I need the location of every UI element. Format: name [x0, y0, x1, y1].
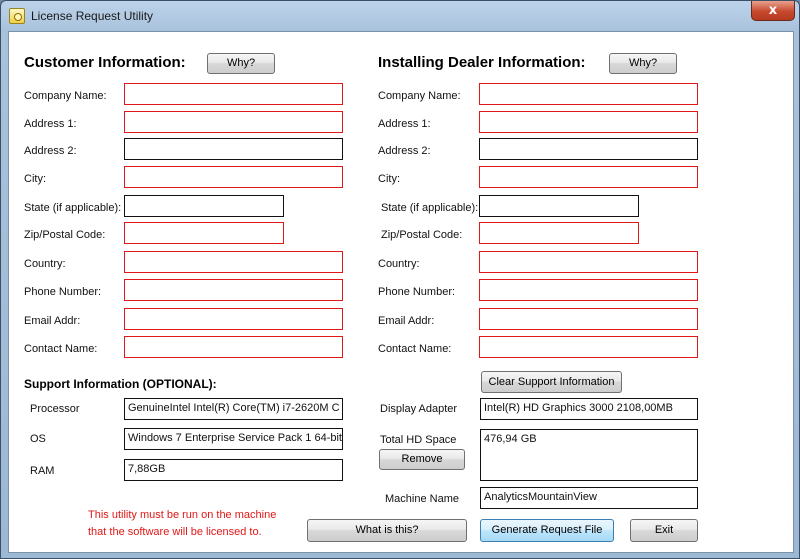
dealer-email-input[interactable]: [479, 308, 698, 330]
display-adapter-label: Display Adapter: [380, 403, 458, 415]
machine-name-field[interactable]: AnalyticsMountainView: [480, 487, 698, 509]
dealer-country-label: Country:: [378, 258, 420, 270]
what-is-this-button[interactable]: What is this?: [307, 519, 467, 542]
dealer-city-label: City:: [378, 173, 400, 185]
close-icon: x: [768, 3, 778, 18]
clear-support-button[interactable]: Clear Support Information: [481, 371, 622, 393]
customer-email-input[interactable]: [124, 308, 343, 330]
dealer-heading: Installing Dealer Information:: [378, 54, 586, 71]
dealer-zip-label: Zip/Postal Code:: [381, 229, 463, 241]
dealer-contact-input[interactable]: [479, 336, 698, 358]
customer-state-input[interactable]: [124, 195, 284, 217]
customer-country-label: Country:: [24, 258, 66, 270]
machine-name-label: Machine Name: [385, 493, 459, 505]
warning-line-1: This utility must be run on the machine: [88, 509, 277, 521]
os-label: OS: [30, 433, 46, 445]
generate-request-button[interactable]: Generate Request File: [480, 519, 614, 542]
customer-contact-input[interactable]: [124, 336, 343, 358]
warning-text: This utility must be run on the machine …: [88, 507, 298, 541]
hd-space-label: Total HD Space: [380, 434, 457, 446]
customer-state-label: State (if applicable):: [24, 202, 122, 214]
processor-label: Processor: [30, 403, 80, 415]
remove-button[interactable]: Remove: [379, 449, 465, 470]
customer-company-label: Company Name:: [24, 90, 107, 102]
support-heading: Support Information (OPTIONAL):: [24, 377, 217, 391]
customer-why-button[interactable]: Why?: [207, 53, 275, 74]
dealer-state-label: State (if applicable):: [381, 202, 479, 214]
exit-button[interactable]: Exit: [630, 519, 698, 542]
dealer-contact-label: Contact Name:: [378, 343, 452, 355]
customer-zip-input[interactable]: [124, 222, 284, 244]
dealer-city-input[interactable]: [479, 166, 698, 188]
customer-phone-input[interactable]: [124, 279, 343, 301]
customer-contact-label: Contact Name:: [24, 343, 98, 355]
dealer-phone-label: Phone Number:: [378, 286, 456, 298]
ram-label: RAM: [30, 465, 55, 477]
customer-address1-input[interactable]: [124, 111, 343, 133]
hd-space-field[interactable]: 476,94 GB: [480, 429, 698, 481]
customer-city-input[interactable]: [124, 166, 343, 188]
window-title: License Request Utility: [31, 9, 154, 23]
processor-field[interactable]: GenuineIntel Intel(R) Core(TM) i7-2620M …: [124, 398, 343, 420]
dealer-state-input[interactable]: [479, 195, 639, 217]
customer-country-input[interactable]: [124, 251, 343, 273]
dealer-why-button[interactable]: Why?: [609, 53, 677, 74]
ram-field[interactable]: 7,88GB: [124, 459, 343, 481]
customer-email-label: Email Addr:: [24, 315, 81, 327]
customer-company-input[interactable]: [124, 83, 343, 105]
title-bar[interactable]: License Request Utility x: [1, 1, 800, 31]
customer-address2-input[interactable]: [124, 138, 343, 160]
dealer-address1-input[interactable]: [479, 111, 698, 133]
window-frame: License Request Utility x Customer Infor…: [0, 0, 800, 559]
warning-line-2: that the software will be licensed to.: [88, 526, 262, 538]
dealer-phone-input[interactable]: [479, 279, 698, 301]
close-button[interactable]: x: [751, 1, 795, 21]
os-field[interactable]: Windows 7 Enterprise Service Pack 1 64-b…: [124, 428, 343, 450]
app-icon: [9, 8, 25, 24]
customer-address2-label: Address 2:: [24, 145, 77, 157]
dealer-address2-input[interactable]: [479, 138, 698, 160]
dealer-company-label: Company Name:: [378, 90, 461, 102]
customer-address1-label: Address 1:: [24, 118, 77, 130]
customer-heading: Customer Information:: [24, 54, 186, 71]
dealer-email-label: Email Addr:: [378, 315, 435, 327]
client-area: Customer Information: Why? Company Name:…: [8, 31, 794, 553]
display-adapter-field[interactable]: Intel(R) HD Graphics 3000 2108,00MB: [480, 398, 698, 420]
dealer-zip-input[interactable]: [479, 222, 639, 244]
customer-phone-label: Phone Number:: [24, 286, 102, 298]
dealer-country-input[interactable]: [479, 251, 698, 273]
dealer-address1-label: Address 1:: [378, 118, 431, 130]
dealer-company-input[interactable]: [479, 83, 698, 105]
customer-zip-label: Zip/Postal Code:: [24, 229, 106, 241]
customer-city-label: City:: [24, 173, 46, 185]
dealer-address2-label: Address 2:: [378, 145, 431, 157]
